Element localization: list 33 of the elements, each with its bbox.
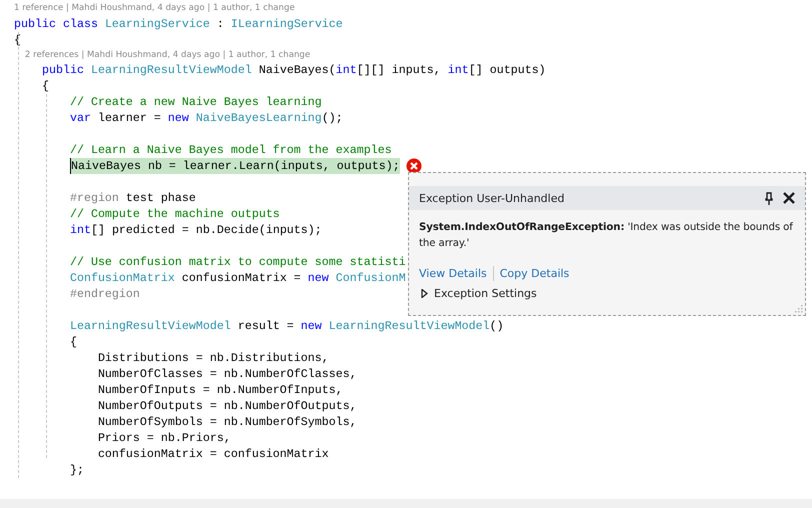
codelens-text[interactable]: 1 reference | Mahdi Houshmand, 4 days ago | 1 author, 1 change — [14, 3, 295, 14]
code-line: }; — [68, 462, 84, 478]
code-line: { — [68, 334, 77, 350]
code-line: // Use confusion matrix to compute some statisti — [68, 254, 406, 270]
codelens-text[interactable]: 2 references | Mahdi Houshmand, 4 days ago | 1 author, 1 change — [14, 50, 310, 60]
details-link[interactable]: View Details — [419, 267, 487, 280]
code-line: Distributions = nb.Distributions, — [96, 350, 329, 366]
code-line: // Create a new Naive Bayes learning — [68, 94, 322, 110]
close-icon[interactable] — [783, 192, 795, 204]
code-line: NumberOfInputs = nb.NumberOfInputs, — [96, 382, 343, 398]
code-line: confusionMatrix = confusionMatrix — [96, 446, 329, 462]
code-line: public LearningResultViewModel NaiveBayes(int[][] inputs, int[] outputs) — [40, 62, 546, 78]
code-line: public class LearningService : ILearningService — [14, 16, 343, 32]
code-line: NumberOfSymbols = nb.NumberOfSymbols, — [96, 414, 357, 430]
details-link[interactable]: Copy Details — [500, 267, 570, 280]
exception-message: System.IndexOutOfRangeException: 'Index was outside the bounds of the array.' — [418, 221, 794, 251]
code-line: NumberOfClasses = nb.NumberOfClasses, — [96, 366, 357, 382]
code-line: #endregion — [68, 286, 140, 302]
code-line: Priors = nb.Priors, — [96, 430, 231, 446]
popup-title: Exception User-Unhandled — [419, 192, 566, 204]
code-line: #region test phase — [68, 190, 196, 206]
code-line: NumberOfOutputs = nb.NumberOfOutputs, — [96, 398, 357, 414]
code-line: { — [40, 78, 49, 94]
code-line: int[] predicted = nb.Decide(inputs); — [68, 222, 322, 238]
code-line: var learner = new NaiveBayesLearning(); — [68, 110, 343, 126]
pin-icon[interactable] — [765, 192, 773, 204]
code-line: // Learn a Naive Bayes model from the examples — [68, 142, 392, 158]
resize-grip-icon[interactable] — [795, 305, 803, 313]
error-icon[interactable] — [406, 158, 422, 174]
code-line: ConfusionMatrix confusionMatrix = new ConfusionM — [68, 270, 406, 286]
exception-settings-toggle[interactable]: Exception Settings — [421, 287, 537, 300]
code-line: LearningResultViewModel result = new LearningResultViewModel() — [68, 318, 504, 334]
code-line: // Compute the machine outputs — [68, 206, 280, 222]
